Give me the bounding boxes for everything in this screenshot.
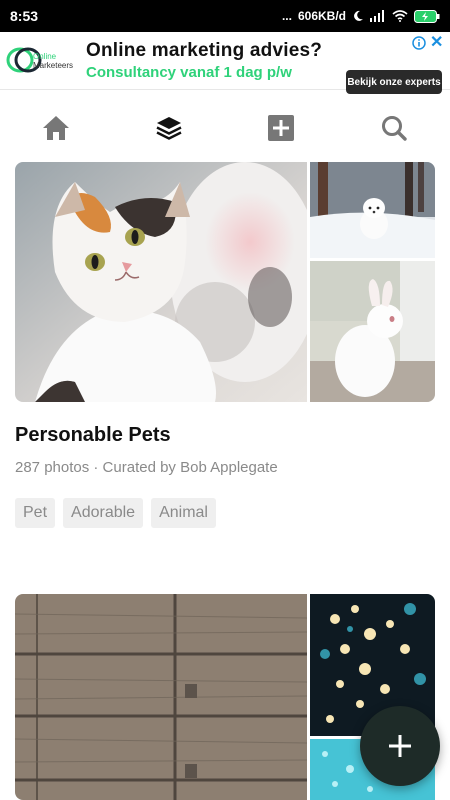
nav-collections[interactable] bbox=[153, 112, 185, 144]
status-dots: ... bbox=[281, 9, 292, 23]
collection-title[interactable]: Personable Pets bbox=[15, 424, 435, 447]
ad-cta-button[interactable]: Bekijk onze experts bbox=[346, 70, 442, 94]
add-photo-icon bbox=[268, 115, 294, 141]
network-speed: 606KB/d bbox=[297, 9, 346, 23]
white-dog-in-snow-photo[interactable] bbox=[310, 162, 435, 258]
collection-card[interactable]: Personable Pets 287 photos · Curated by … bbox=[15, 162, 435, 528]
home-icon bbox=[43, 116, 69, 140]
tag-animal[interactable]: Animal bbox=[151, 498, 216, 528]
brand-text: Online Marketeers bbox=[33, 52, 74, 70]
white-rabbit-photo[interactable] bbox=[310, 261, 435, 402]
signal-icon bbox=[370, 10, 384, 22]
search-icon bbox=[382, 116, 407, 141]
ad-headline: Online marketing advies? bbox=[86, 40, 323, 61]
battery-icon bbox=[414, 9, 440, 23]
nav-add-photo[interactable] bbox=[265, 112, 297, 144]
wifi-icon bbox=[392, 10, 408, 22]
moon-icon bbox=[354, 10, 363, 21]
kitten-photo[interactable] bbox=[15, 162, 307, 402]
tag-pet[interactable]: Pet bbox=[15, 498, 56, 528]
top-nav bbox=[0, 100, 450, 156]
nav-search[interactable] bbox=[378, 112, 410, 144]
status-time: 8:53 bbox=[10, 8, 39, 24]
tag-adorable[interactable]: Adorable bbox=[63, 498, 144, 528]
collection-meta: 287 photos · Curated by Bob Applegate bbox=[15, 459, 278, 476]
adchoices-icon[interactable] bbox=[412, 36, 426, 50]
tag-list: Pet Adorable Animal bbox=[15, 498, 435, 528]
ad-close-icon[interactable]: ✕ bbox=[430, 35, 443, 51]
add-fab-button[interactable] bbox=[360, 706, 440, 786]
collections-icon bbox=[156, 117, 182, 140]
collection-mosaic[interactable] bbox=[15, 162, 435, 402]
status-bar: 8:53 ... 606KB/d bbox=[0, 0, 450, 32]
plus-icon bbox=[389, 735, 411, 757]
ad-subline: Consultancy vanaf 1 dag p/w bbox=[86, 64, 292, 81]
nav-home[interactable] bbox=[40, 112, 72, 144]
wooden-planks-photo[interactable] bbox=[15, 594, 307, 800]
ad-banner[interactable]: Online Marketeers Online marketing advie… bbox=[0, 32, 450, 94]
